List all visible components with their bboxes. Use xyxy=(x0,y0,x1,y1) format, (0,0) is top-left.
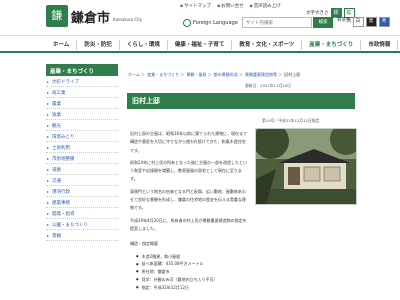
updated-date: 更新日：2021年11月29日 xyxy=(245,83,291,88)
nav-industry[interactable]: 産業・まちづくり xyxy=(302,40,362,50)
breadcrumb-landscape[interactable]: 景観・風致 xyxy=(186,72,206,77)
city-logo[interactable]: 鎌 鎌倉市 Kamakura City xyxy=(46,5,142,27)
breadcrumb-separator: ＞ xyxy=(180,72,185,77)
sidebar-title: 産業・まちづくり xyxy=(46,64,118,76)
building-photo-graphic xyxy=(256,129,356,204)
bg-color-label: 背景色 xyxy=(337,18,351,23)
site-header: 鎌 鎌倉市 Kamakura City サイトマップ お問い合せ 音声読み上げ … xyxy=(0,0,400,36)
sidebar-item[interactable]: 交通 xyxy=(46,175,118,186)
sidebar-item[interactable]: 大町ドライブ xyxy=(46,76,118,87)
sidebar-item[interactable]: 環境みどり xyxy=(46,131,118,142)
breadcrumb-urban[interactable]: 都市景観形成 xyxy=(214,72,238,77)
globe-icon xyxy=(183,19,191,27)
breadcrumb-separator: ＞ xyxy=(278,72,283,77)
breadcrumb-home[interactable]: ホーム xyxy=(128,72,140,77)
sitemap-link[interactable]: サイトマップ xyxy=(180,3,211,9)
contact-link[interactable]: お問い合せ xyxy=(217,3,244,9)
sidebar-item[interactable]: 道路 xyxy=(46,164,118,175)
city-emblem-icon: 鎌 xyxy=(46,5,68,27)
search-button[interactable]: 検索 xyxy=(313,17,333,28)
breadcrumb-industry[interactable]: 産業・まちづくり xyxy=(147,72,179,77)
article-body: 旧村上邸の主屋は、昭和16年以前に建てられた建物に、現在まで構造や意匠を大切に守… xyxy=(130,130,248,237)
nav-education[interactable]: 教育・文化・スポーツ xyxy=(232,40,303,50)
breadcrumb: ホーム＞ 産業・まちづくり＞ 景観・風致＞ 都市景観形成＞ 景観重要建造物等＞ … xyxy=(128,72,300,78)
foreign-language-button[interactable]: Foreign Language xyxy=(183,19,238,27)
details-section: 構造・指定概要 木造2階建、和小屋組 延べ床面積：435.08平方メートル 所在… xyxy=(130,240,355,291)
sidebar-item[interactable]: 公園・まちづくり xyxy=(46,219,118,230)
page-title-bar: 旧村上邸 xyxy=(127,93,355,109)
sidebar-item[interactable]: 市街地整備 xyxy=(46,153,118,164)
paragraph: 昭和24年に村上氏の所有となった後に主屋の一部を改造したという和室や応接間を増築… xyxy=(130,159,247,182)
paragraph: 旧村上邸の主屋は、昭和16年以前に建てられた建物に、現在まで構造や意匠を大切に守… xyxy=(130,131,247,153)
list-item: 延べ床面積：435.08平方メートル xyxy=(136,260,355,268)
bg-blue-button[interactable]: 青 xyxy=(378,17,390,27)
bg-white-button[interactable]: 白 xyxy=(352,17,364,27)
nav-home[interactable]: ホーム xyxy=(46,40,78,50)
list-item: 見学：外観のみ可（敷地内立ち入り不可） xyxy=(136,276,355,284)
details-heading: 構造・指定概要 xyxy=(130,241,158,246)
breadcrumb-buildings[interactable]: 景観重要建造物等 xyxy=(245,72,277,77)
utility-links: サイトマップ お問い合せ 音声読み上げ xyxy=(180,3,281,9)
city-name-en: Kamakura City xyxy=(113,16,143,22)
nav-life[interactable]: くらし・環境 xyxy=(120,40,168,50)
sidebar-item[interactable]: 建築事務 xyxy=(46,197,118,208)
sidebar-item[interactable]: 景観 xyxy=(46,230,118,241)
breadcrumb-separator: ＞ xyxy=(140,72,145,77)
page-title: 旧村上邸 xyxy=(132,97,160,105)
sidebar-item[interactable]: 観光 xyxy=(46,120,118,131)
sidebar-item[interactable]: 土地利用 xyxy=(46,142,118,153)
bg-color-control: 背景色 白 黒 青 xyxy=(337,17,390,27)
foreign-language-label: Foreign Language xyxy=(193,20,238,26)
building-photo xyxy=(255,128,357,205)
font-size-label: 文字大きさ xyxy=(306,11,329,16)
nav-admin[interactable]: 市政情報 xyxy=(361,40,399,50)
sidebar-item[interactable]: 港湾行政 xyxy=(46,186,118,197)
designation-date: 第10号／平成31年12月12日指定 xyxy=(262,118,320,123)
sidebar-item[interactable]: 商工業 xyxy=(46,87,118,98)
city-name: 鎌倉市 xyxy=(71,10,111,26)
list-item: 所在地：鎌倉市 xyxy=(136,268,355,276)
sidebar: 産業・まちづくり 大町ドライブ 商工業 農業 漁業 観光 環境みどり 土地利用 … xyxy=(46,64,118,241)
breadcrumb-current: 旧村上邸 xyxy=(284,72,301,77)
sidebar-item[interactable]: 農業 xyxy=(46,98,118,109)
sidebar-item[interactable]: 開発・指導 xyxy=(46,208,118,219)
list-item: 木造2階建、和小屋組 xyxy=(136,253,355,261)
breadcrumb-separator: ＞ xyxy=(238,72,243,77)
paragraph: 東側門という地名の由来となる門と板塀、広い敷地、屋敷林あわせて良好な景観を形成し… xyxy=(130,188,246,211)
bg-black-button[interactable]: 黒 xyxy=(365,17,377,27)
global-nav: ホーム 防災・防犯 くらし・環境 健康・福祉・子育て 教育・文化・スポーツ 産業… xyxy=(0,37,400,53)
search-input[interactable] xyxy=(242,17,312,28)
paragraph: 平成29年4月20日に、所有者の村上氏が景観重要建造物の指定を提案しました。 xyxy=(130,217,247,231)
list-item: 指定：平成31年12月12日 xyxy=(136,284,355,292)
breadcrumb-separator: ＞ xyxy=(207,72,212,77)
nav-disaster[interactable]: 防災・防犯 xyxy=(77,40,120,50)
nav-health[interactable]: 健康・福祉・子育て xyxy=(168,40,233,50)
speech-link[interactable]: 音声読み上げ xyxy=(250,3,281,9)
details-list: 木造2階建、和小屋組 延べ床面積：435.08平方メートル 所在地：鎌倉市 見学… xyxy=(130,253,355,292)
sidebar-item[interactable]: 漁業 xyxy=(46,109,118,120)
